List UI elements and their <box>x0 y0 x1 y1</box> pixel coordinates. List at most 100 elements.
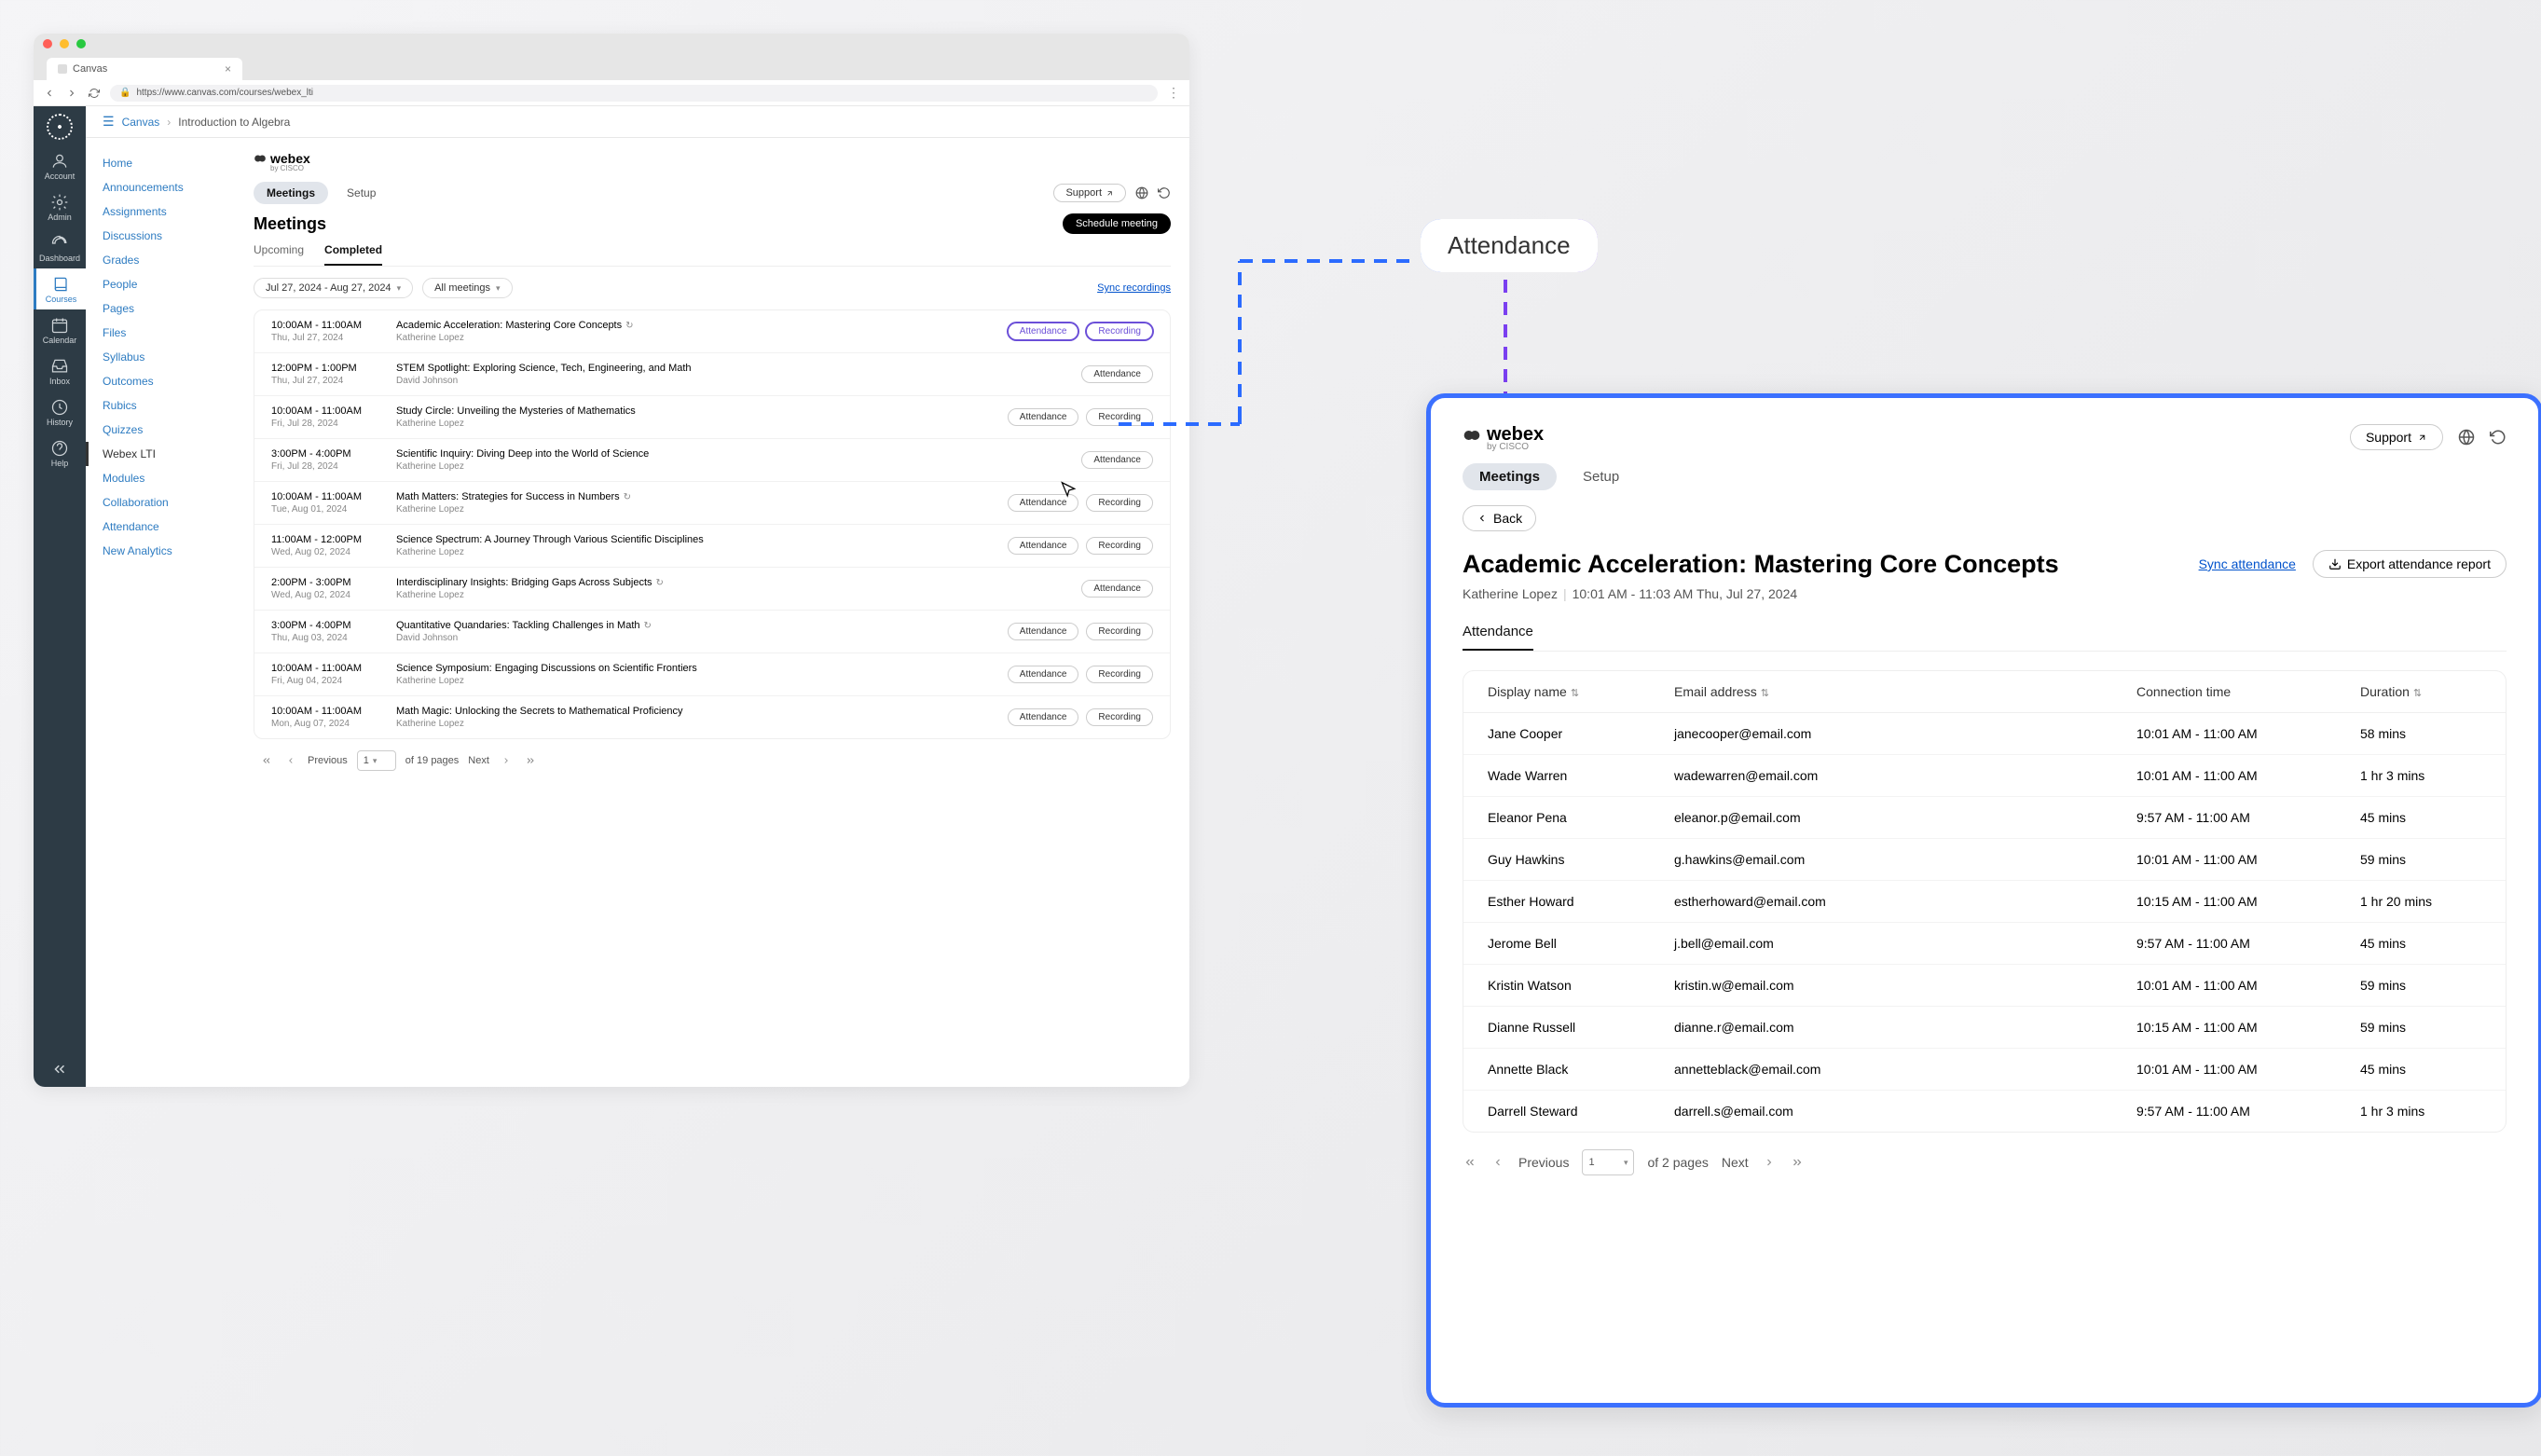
next-page-button[interactable] <box>1762 1155 1777 1170</box>
attendance-button[interactable]: Attendance <box>1008 708 1079 726</box>
previous-label[interactable]: Previous <box>1518 1155 1569 1170</box>
recording-button[interactable]: Recording <box>1086 494 1153 512</box>
globe-icon[interactable] <box>1135 186 1148 199</box>
course-nav-outcomes[interactable]: Outcomes <box>86 369 235 393</box>
attendance-button[interactable]: Attendance <box>1008 623 1079 640</box>
attendance-button[interactable]: Attendance <box>1081 580 1153 598</box>
tab-setup[interactable]: Setup <box>334 182 389 204</box>
browser-tab[interactable]: Canvas × <box>47 58 242 80</box>
course-nav-collaboration[interactable]: Collaboration <box>86 490 235 515</box>
course-nav-new-analytics[interactable]: New Analytics <box>86 539 235 563</box>
export-button[interactable]: Export attendance report <box>2313 550 2507 578</box>
rail-item-admin[interactable]: Admin <box>34 186 86 227</box>
detail-tab-attendance[interactable]: Attendance <box>1463 624 1533 651</box>
course-nav-files[interactable]: Files <box>86 321 235 345</box>
rail-item-account[interactable]: Account <box>34 145 86 186</box>
recording-button[interactable]: Recording <box>1086 537 1153 555</box>
course-nav-quizzes[interactable]: Quizzes <box>86 418 235 442</box>
first-page-icon[interactable] <box>1463 1155 1477 1170</box>
recording-button[interactable]: Recording <box>1086 666 1153 683</box>
course-nav-discussions[interactable]: Discussions <box>86 224 235 248</box>
rail-item-help[interactable]: Help <box>34 433 86 474</box>
breadcrumb-root[interactable]: Canvas <box>122 116 160 129</box>
course-nav-grades[interactable]: Grades <box>86 248 235 272</box>
next-label[interactable]: Next <box>468 755 489 766</box>
sync-recordings-link[interactable]: Sync recordings <box>1097 282 1171 294</box>
canvas-logo-icon[interactable] <box>47 114 73 140</box>
rail-item-calendar[interactable]: Calendar <box>34 309 86 350</box>
window-maximize-icon[interactable] <box>76 39 86 48</box>
course-nav-modules[interactable]: Modules <box>86 466 235 490</box>
window-minimize-icon[interactable] <box>60 39 69 48</box>
browser-menu-icon[interactable]: ⋮ <box>1167 85 1180 101</box>
globe-icon[interactable] <box>2458 429 2475 446</box>
rail-item-courses[interactable]: Courses <box>34 268 86 309</box>
history-icon[interactable] <box>2490 429 2507 446</box>
course-nav-people[interactable]: People <box>86 272 235 296</box>
recording-button[interactable]: Recording <box>1086 623 1153 640</box>
menu-icon[interactable]: ☰ <box>103 114 115 130</box>
previous-page-button[interactable] <box>1490 1155 1505 1170</box>
meeting-type-filter[interactable]: All meetings ▾ <box>422 278 512 298</box>
course-nav-webex-lti[interactable]: Webex LTI <box>86 442 235 466</box>
course-nav-home[interactable]: Home <box>86 151 235 175</box>
sync-attendance-link[interactable]: Sync attendance <box>2199 556 2296 571</box>
support-button[interactable]: Support <box>1053 184 1126 202</box>
date-range-filter[interactable]: Jul 27, 2024 - Aug 27, 2024 ▾ <box>254 278 413 298</box>
subtab-upcoming[interactable]: Upcoming <box>254 243 304 266</box>
tab-close-icon[interactable]: × <box>225 62 231 76</box>
subtab-completed[interactable]: Completed <box>324 243 382 266</box>
attendance-button[interactable]: Attendance <box>1008 323 1079 340</box>
course-nav-rubics[interactable]: Rubics <box>86 393 235 418</box>
window-close-icon[interactable] <box>43 39 52 48</box>
meeting-time: 10:00AM - 11:00AM Thu, Jul 27, 2024 <box>271 320 383 343</box>
cell-email: kristin.w@email.com <box>1674 978 2136 993</box>
page-number-input[interactable]: 1 ▾ <box>357 750 396 771</box>
rail-item-inbox[interactable]: Inbox <box>34 350 86 391</box>
cell-duration: 45 mins <box>2360 810 2481 825</box>
url-input[interactable]: 🔒 https://www.canvas.com/courses/webex_l… <box>110 85 1158 102</box>
course-nav-attendance[interactable]: Attendance <box>86 515 235 539</box>
course-nav-announcements[interactable]: Announcements <box>86 175 235 199</box>
col-duration[interactable]: Duration⇅ <box>2360 684 2481 699</box>
url-text: https://www.canvas.com/courses/webex_lti <box>136 88 313 98</box>
back-button[interactable]: Back <box>1463 505 1536 531</box>
tab-meetings[interactable]: Meetings <box>1463 463 1557 490</box>
col-display-name[interactable]: Display name⇅ <box>1488 684 1674 699</box>
page-number-input[interactable]: 1 ▾ <box>1582 1149 1634 1175</box>
history-icon[interactable] <box>1158 186 1171 199</box>
recording-button[interactable]: Recording <box>1086 323 1153 340</box>
tab-meetings[interactable]: Meetings <box>254 182 328 204</box>
attendance-button[interactable]: Attendance <box>1008 537 1079 555</box>
col-email[interactable]: Email address⇅ <box>1674 684 2136 699</box>
table-row: Eleanor Pena eleanor.p@email.com 9:57 AM… <box>1463 797 2506 839</box>
forward-icon[interactable] <box>65 87 78 100</box>
reload-icon[interactable] <box>88 87 101 100</box>
course-nav-assignments[interactable]: Assignments <box>86 199 235 224</box>
attendance-button[interactable]: Attendance <box>1008 408 1079 426</box>
course-nav-pages[interactable]: Pages <box>86 296 235 321</box>
tab-setup[interactable]: Setup <box>1566 463 1636 490</box>
back-icon[interactable] <box>43 87 56 100</box>
next-label[interactable]: Next <box>1722 1155 1749 1170</box>
last-page-icon[interactable] <box>1790 1155 1805 1170</box>
recording-button[interactable]: Recording <box>1086 708 1153 726</box>
previous-label[interactable]: Previous <box>308 755 348 766</box>
attendance-button[interactable]: Attendance <box>1081 365 1153 383</box>
table-row: Dianne Russell dianne.r@email.com 10:15 … <box>1463 1007 2506 1049</box>
cell-name: Jerome Bell <box>1488 936 1674 951</box>
collapse-nav-icon[interactable] <box>51 1061 68 1078</box>
next-page-button[interactable] <box>499 753 514 768</box>
support-button[interactable]: Support <box>2350 424 2443 450</box>
course-nav-syllabus[interactable]: Syllabus <box>86 345 235 369</box>
attendance-button[interactable]: Attendance <box>1081 451 1153 469</box>
detail-pagination: Previous 1 ▾ of 2 pages Next <box>1463 1149 2507 1175</box>
rail-item-dashboard[interactable]: Dashboard <box>34 227 86 268</box>
rail-item-history[interactable]: History <box>34 391 86 433</box>
previous-page-button[interactable] <box>283 753 298 768</box>
meeting-actions: AttendanceRecording <box>1008 494 1153 512</box>
first-page-icon[interactable] <box>259 753 274 768</box>
schedule-meeting-button[interactable]: Schedule meeting <box>1063 213 1171 234</box>
last-page-icon[interactable] <box>523 753 538 768</box>
attendance-button[interactable]: Attendance <box>1008 666 1079 683</box>
